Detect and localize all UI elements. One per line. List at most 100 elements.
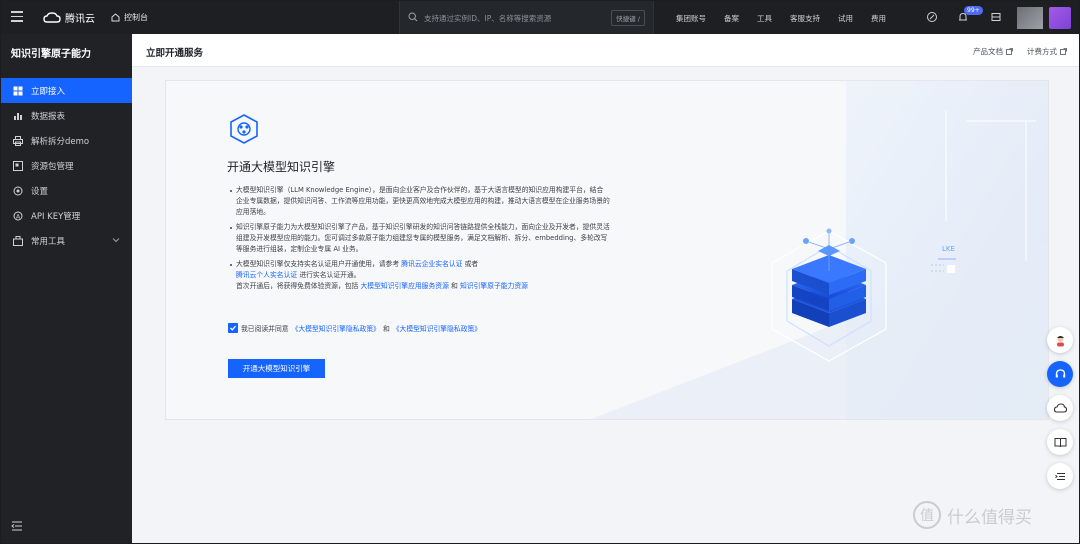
- printer-icon: [13, 135, 23, 146]
- menu-icon[interactable]: [11, 11, 23, 22]
- console-link[interactable]: 控制台: [111, 12, 148, 23]
- floating-toolbar: [1047, 327, 1075, 497]
- sidebar-item-label: 常用工具: [31, 236, 66, 247]
- sidebar-item-quick-access[interactable]: 立即接入: [1, 78, 132, 103]
- list-button[interactable]: [1047, 463, 1073, 489]
- bar-chart-icon: [14, 112, 22, 120]
- sidebar-item-label: 资源包管理: [31, 161, 74, 172]
- sidebar-item-label: 立即接入: [31, 86, 66, 97]
- watermark-text: 什么值得买: [947, 507, 1032, 528]
- enterprise-verify-link[interactable]: 腾讯云企业实名认证: [401, 260, 462, 268]
- agreement-checkbox[interactable]: [228, 323, 238, 333]
- notification-badge: 99+: [964, 6, 983, 15]
- nav-group-account[interactable]: 集团账号: [676, 13, 706, 24]
- sidebar-item-reports[interactable]: 数据报表: [1, 103, 132, 128]
- home-icon: [111, 13, 120, 22]
- sidebar-menu: 立即接入 数据报表 解析拆分demo 资源包管理 设置 A API KEY管理: [1, 78, 132, 253]
- sidebar-item-settings[interactable]: 设置: [1, 178, 132, 203]
- docs-button[interactable]: [1047, 429, 1073, 455]
- check-icon: [230, 325, 236, 331]
- watermark-logo-icon: 值: [913, 501, 941, 529]
- personal-verify-link[interactable]: 腾讯云个人实名认证: [236, 271, 297, 279]
- toolbox-icon: [13, 235, 23, 246]
- nav-tools[interactable]: 工具: [757, 13, 772, 24]
- atomic-capability-resource-link[interactable]: 知识引擎原子能力资源: [460, 282, 528, 290]
- brand-logo[interactable]: 腾讯云: [43, 10, 95, 25]
- watermark: 值 什么值得买: [913, 501, 1032, 529]
- activation-card: 开通大模型知识引擎 大模型知识引擎（LLM Knowledge Engine），…: [165, 80, 1049, 420]
- activate-button[interactable]: 开通大模型知识引擎: [228, 359, 325, 378]
- inbox-icon[interactable]: [990, 11, 1002, 23]
- gear-icon: [13, 186, 23, 195]
- sidebar-item-label: 解析拆分demo: [31, 136, 90, 147]
- sidebar: 知识引擎原子能力 立即接入 数据报表 解析拆分demo 资源包管理 设置 A A…: [1, 34, 132, 543]
- tencent-cloud-icon: [43, 11, 61, 23]
- billing-label: 计费方式: [1027, 47, 1057, 56]
- agreement-text: 我已阅读并同意: [241, 325, 289, 333]
- app-service-resource-link[interactable]: 大模型知识引擎应用服务资源: [361, 282, 449, 290]
- description-text: 大模型知识引擎仅支持实名认证用户开通使用，请参考: [236, 260, 400, 268]
- sidebar-item-label: 设置: [31, 186, 49, 197]
- description-item: 大模型知识引擎（LLM Knowledge Engine），是面向企业客户及合作…: [230, 185, 610, 218]
- sidebar-item-packages[interactable]: 资源包管理: [1, 153, 132, 178]
- page-title: 立即开通服务: [146, 48, 204, 59]
- cloud-button[interactable]: [1047, 395, 1073, 421]
- global-search[interactable]: 支持通过实例ID、IP、名称等搜索资源 快捷键 /: [399, 1, 654, 34]
- sidebar-item-label: API KEY管理: [31, 211, 81, 222]
- agreement-and: 和: [382, 325, 390, 333]
- description-text: 或者: [464, 260, 479, 268]
- sidebar-item-api-key[interactable]: A API KEY管理: [1, 203, 132, 228]
- cloud-icon: [1053, 402, 1067, 413]
- compass-icon[interactable]: [926, 11, 938, 23]
- description-text: 知识引擎原子能力为大模型知识引擎了产品，基于知识引擎研发的知识问答链路提供全栈能…: [236, 223, 610, 253]
- book-icon: [1054, 437, 1066, 447]
- external-link-icon: [1006, 48, 1013, 55]
- description-item: 知识引擎原子能力为大模型知识引擎了产品，基于知识引擎研发的知识问答链路提供全栈能…: [230, 222, 610, 255]
- nav-filing[interactable]: 备案: [724, 13, 739, 24]
- customer-service-button[interactable]: [1047, 361, 1073, 387]
- knowledge-engine-product-icon: [230, 114, 258, 144]
- external-link-icon: [1060, 48, 1067, 55]
- sidebar-title: 知识引擎原子能力: [11, 49, 91, 60]
- billing-link[interactable]: 计费方式: [1027, 46, 1067, 57]
- grid-icon: [13, 86, 23, 95]
- sidebar-item-tools[interactable]: 常用工具: [1, 228, 132, 253]
- product-docs-label: 产品文档: [973, 47, 1003, 56]
- account-avatar[interactable]: [1017, 7, 1043, 29]
- privacy-policy-link[interactable]: 《大模型知识引擎隐私政策》: [292, 323, 380, 333]
- top-nav: 集团账号 备案 工具 客服支持 试用 费用: [676, 13, 886, 24]
- agreement-row: 我已阅读并同意 《大模型知识引擎隐私政策》 和 《大模型知识引擎隐私政策》: [228, 323, 481, 333]
- assistant-face-icon: [1056, 335, 1064, 346]
- chevron-down-icon: [112, 238, 120, 243]
- shortcut-key: 快捷键 /: [611, 10, 645, 26]
- assistant-avatar[interactable]: [1047, 327, 1073, 353]
- description-text: 进行实名认证开通。: [299, 271, 361, 279]
- brand-name: 腾讯云: [65, 14, 95, 25]
- lke-label: LKE: [942, 245, 955, 253]
- card-title: 开通大模型知识引擎: [227, 160, 336, 174]
- nav-trial[interactable]: 试用: [838, 13, 853, 24]
- description-item: 大模型知识引擎仅支持实名认证用户开通使用，请参考 腾讯云企业实名认证 或者 腾讯…: [230, 259, 610, 292]
- description-text: 首次开通后，将获得免费体验资源，包括: [236, 282, 359, 290]
- collapse-sidebar-icon[interactable]: [11, 521, 23, 531]
- header-links: 产品文档 计费方式: [973, 46, 1067, 57]
- description-text: 和: [451, 282, 458, 290]
- app-window: 腾讯云 控制台 支持通过实例ID、IP、名称等搜索资源 快捷键 / 集团账号 备…: [1, 1, 1079, 543]
- package-icon: [13, 160, 23, 171]
- top-bar: 腾讯云 控制台 支持通过实例ID、IP、名称等搜索资源 快捷键 / 集团账号 备…: [1, 1, 1079, 34]
- description-list: 大模型知识引擎（LLM Knowledge Engine），是面向企业客户及合作…: [230, 185, 610, 296]
- search-icon: [408, 12, 418, 22]
- nav-support[interactable]: 客服支持: [790, 13, 820, 24]
- sidebar-item-parse-demo[interactable]: 解析拆分demo: [1, 128, 132, 153]
- list-icon: [1054, 472, 1065, 480]
- nav-billing[interactable]: 费用: [871, 13, 886, 24]
- search-placeholder: 支持通过实例ID、IP、名称等搜索资源: [424, 14, 552, 23]
- user-avatar[interactable]: [1049, 7, 1071, 29]
- description-text: 大模型知识引擎（LLM Knowledge Engine），是面向企业客户及合作…: [236, 186, 610, 216]
- privacy-policy-link-2[interactable]: 《大模型知识引擎隐私政策》: [393, 323, 481, 333]
- headset-icon: [1055, 368, 1065, 377]
- product-docs-link[interactable]: 产品文档: [973, 46, 1013, 57]
- page-header: 立即开通服务 产品文档 计费方式: [132, 34, 1079, 67]
- sidebar-item-label: 数据报表: [31, 111, 66, 122]
- console-label: 控制台: [124, 13, 148, 22]
